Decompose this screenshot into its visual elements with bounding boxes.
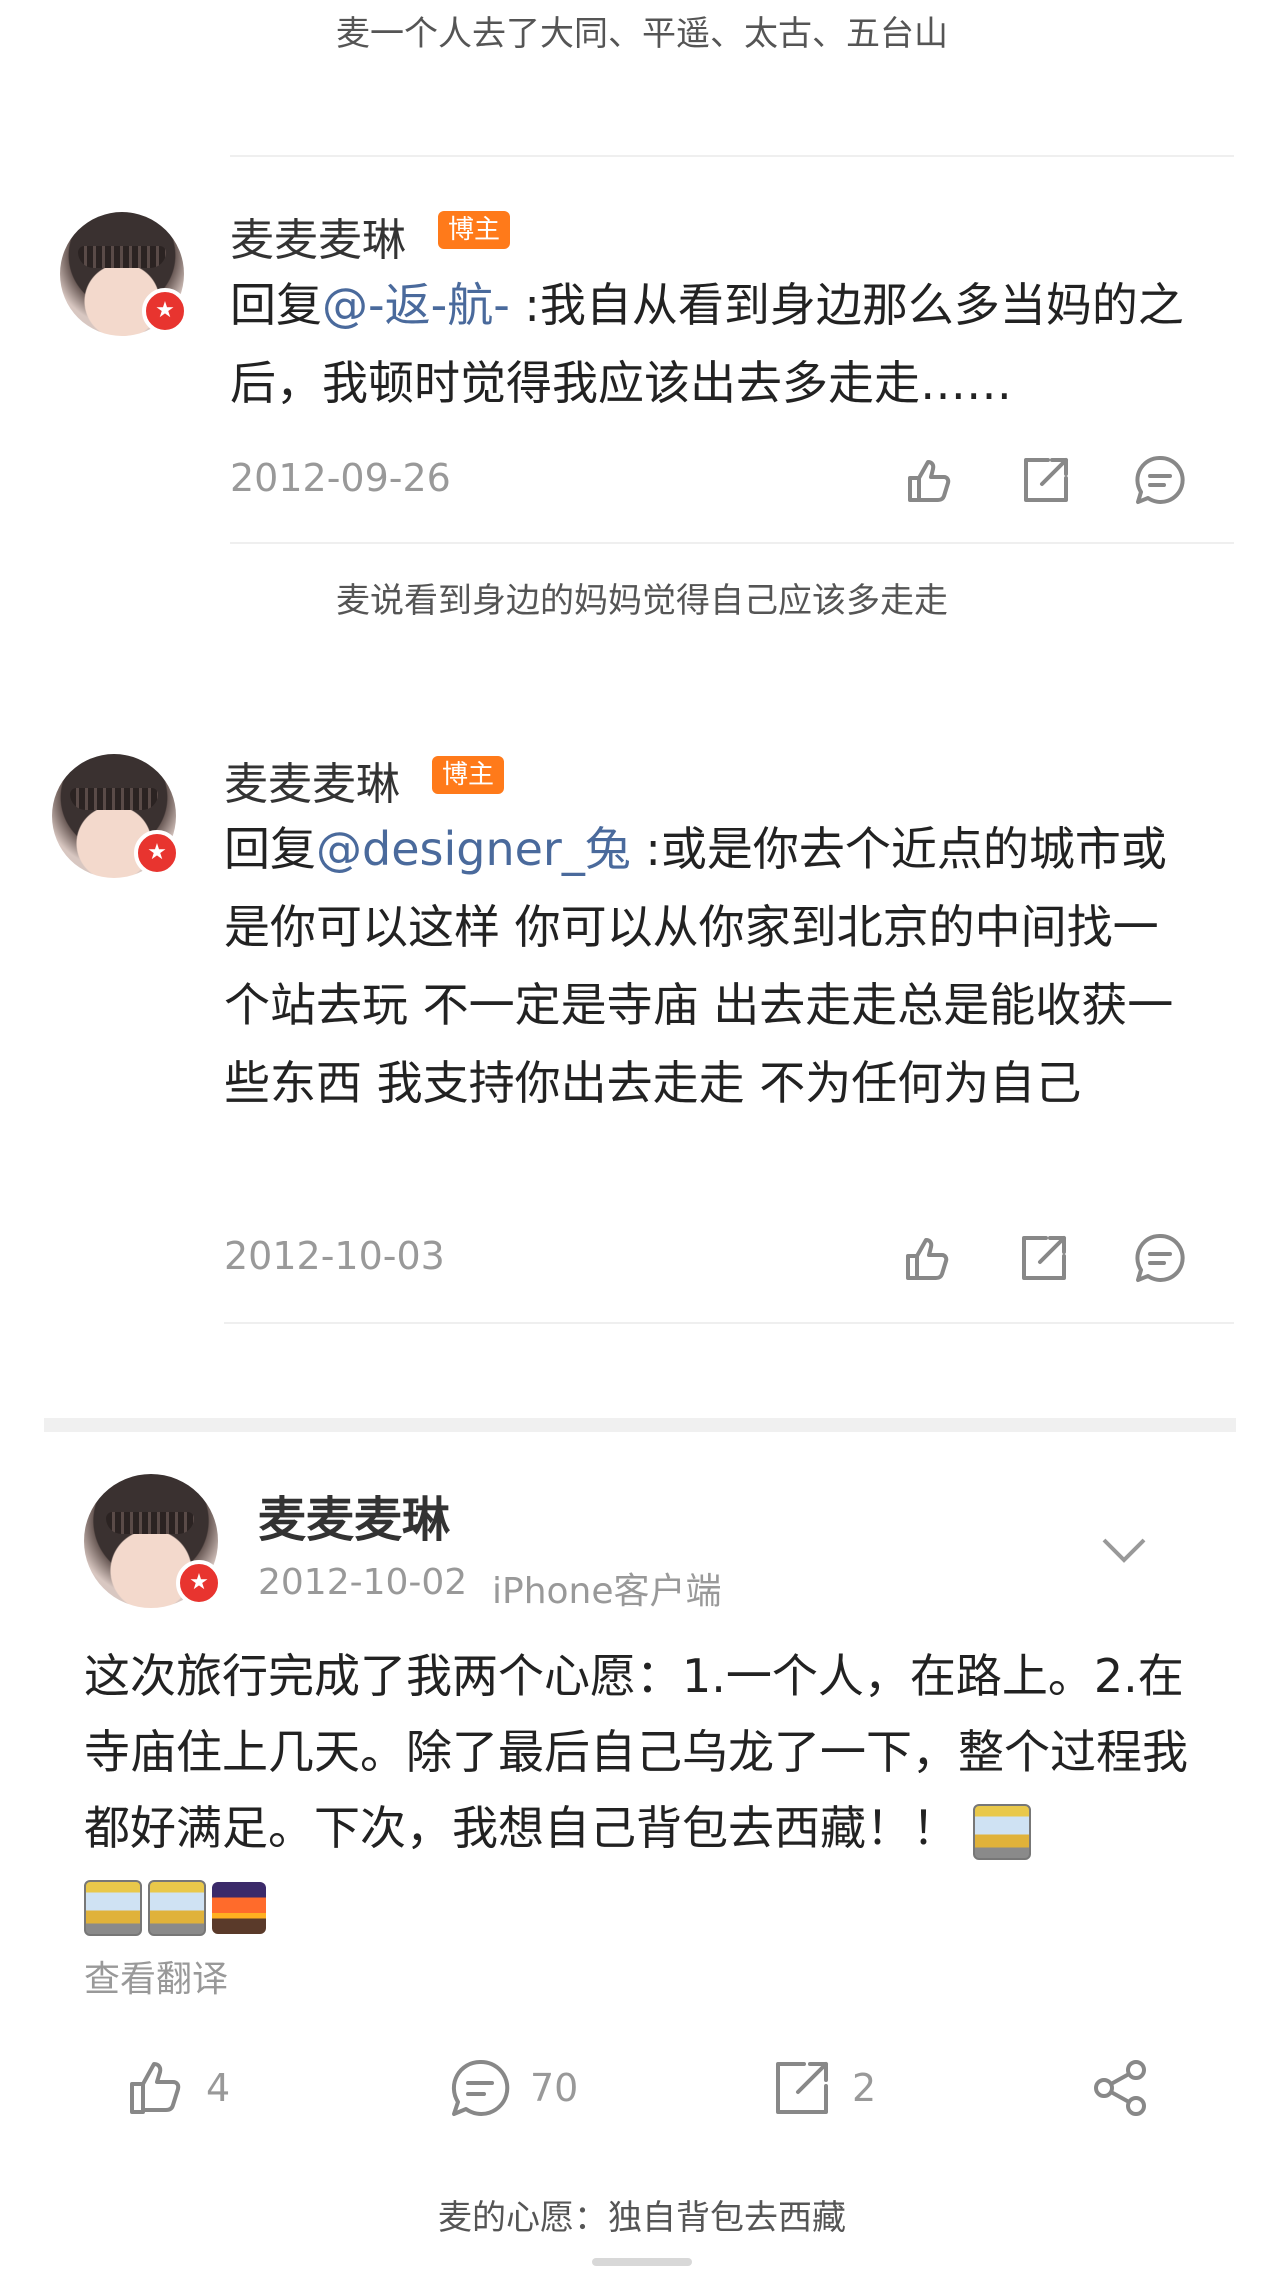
caption-middle: 麦说看到身边的妈妈觉得自己应该多走走 (336, 581, 948, 621)
comment-bubble-icon (1135, 455, 1185, 504)
comment-bubble-icon (451, 2059, 510, 2116)
thumbs-up-icon (908, 460, 951, 502)
author-tag: 博主 (438, 211, 511, 249)
comment-bubble-icon (1135, 1233, 1185, 1282)
thumbs-up-icon (130, 2062, 181, 2114)
post-text: 这次旅行完成了我两个心愿：1.一个人，在路上。2.在寺庙住上几天。除了最后自己乌… (84, 1638, 1204, 1942)
mention-link[interactable]: @designer_兔 (316, 822, 631, 876)
comment-button[interactable] (1132, 452, 1188, 508)
share-nodes-icon (1094, 2060, 1146, 2116)
caption-bottom: 麦的心愿：独自背包去西藏 (438, 2198, 846, 2238)
reply-date: 2012-10-03 (224, 1234, 445, 1278)
verified-badge-icon: ★ (142, 288, 188, 334)
train-emoji (972, 1803, 1031, 1860)
post-share-button[interactable] (1088, 2056, 1152, 2120)
post-username[interactable]: 麦麦麦琳 (258, 1480, 450, 1550)
sunrise-emoji (212, 1881, 266, 1934)
train-emoji (84, 1879, 142, 1936)
post-repost-button[interactable]: 2 (770, 2056, 876, 2120)
post-comment-button[interactable]: 70 (448, 2056, 578, 2120)
post-like-button[interactable]: 4 (124, 2056, 230, 2120)
username[interactable]: 麦麦麦琳 (230, 204, 406, 268)
username[interactable]: 麦麦麦琳 (224, 748, 400, 812)
repost-button[interactable] (1018, 452, 1074, 508)
share-out-icon (776, 2062, 828, 2114)
repost-count: 2 (852, 2066, 877, 2110)
home-indicator (592, 2258, 692, 2266)
verified-badge-icon: ★ (134, 830, 180, 876)
reply-text: 回复@-返-航- :我自从看到身边那么多当妈的之后，我顿时觉得我应该出去多走走…… (230, 278, 1184, 410)
thumbs-up-icon (906, 1238, 949, 1280)
avatar[interactable]: ★ (84, 1474, 222, 1608)
caption-top: 麦一个人去了大同、平遥、太古、五台山 (336, 14, 948, 54)
avatar[interactable]: ★ (52, 754, 180, 878)
verified-badge-icon: ★ (176, 1560, 222, 1606)
repost-button[interactable] (1016, 1230, 1072, 1286)
share-out-icon (1022, 1236, 1066, 1280)
reply-text: 回复@designer_兔 :或是你去个近点的城市或是你可以这样 你可以从你家到… (224, 822, 1174, 1110)
like-button[interactable] (902, 452, 958, 508)
chevron-down-icon (1102, 1538, 1146, 1563)
like-count: 4 (206, 2066, 231, 2110)
comment-count: 70 (530, 2066, 579, 2110)
comment-button[interactable] (1132, 1230, 1188, 1286)
translate-link[interactable]: 查看翻译 (84, 1950, 228, 2002)
post-date: 2012-10-02 (258, 1562, 468, 1603)
post-source: iPhone客户端 (492, 1571, 722, 1612)
like-button[interactable] (900, 1230, 956, 1286)
divider (230, 542, 1234, 544)
more-options-button[interactable] (1100, 1534, 1148, 1570)
avatar[interactable]: ★ (60, 212, 188, 336)
reply-date: 2012-09-26 (230, 456, 451, 500)
divider (230, 155, 1234, 157)
share-out-icon (1024, 458, 1068, 502)
mention-link[interactable]: @-返-航- (322, 278, 510, 332)
section-separator (44, 1418, 1236, 1432)
author-tag: 博主 (432, 756, 505, 794)
divider (224, 1322, 1234, 1324)
train-emoji (148, 1879, 206, 1936)
